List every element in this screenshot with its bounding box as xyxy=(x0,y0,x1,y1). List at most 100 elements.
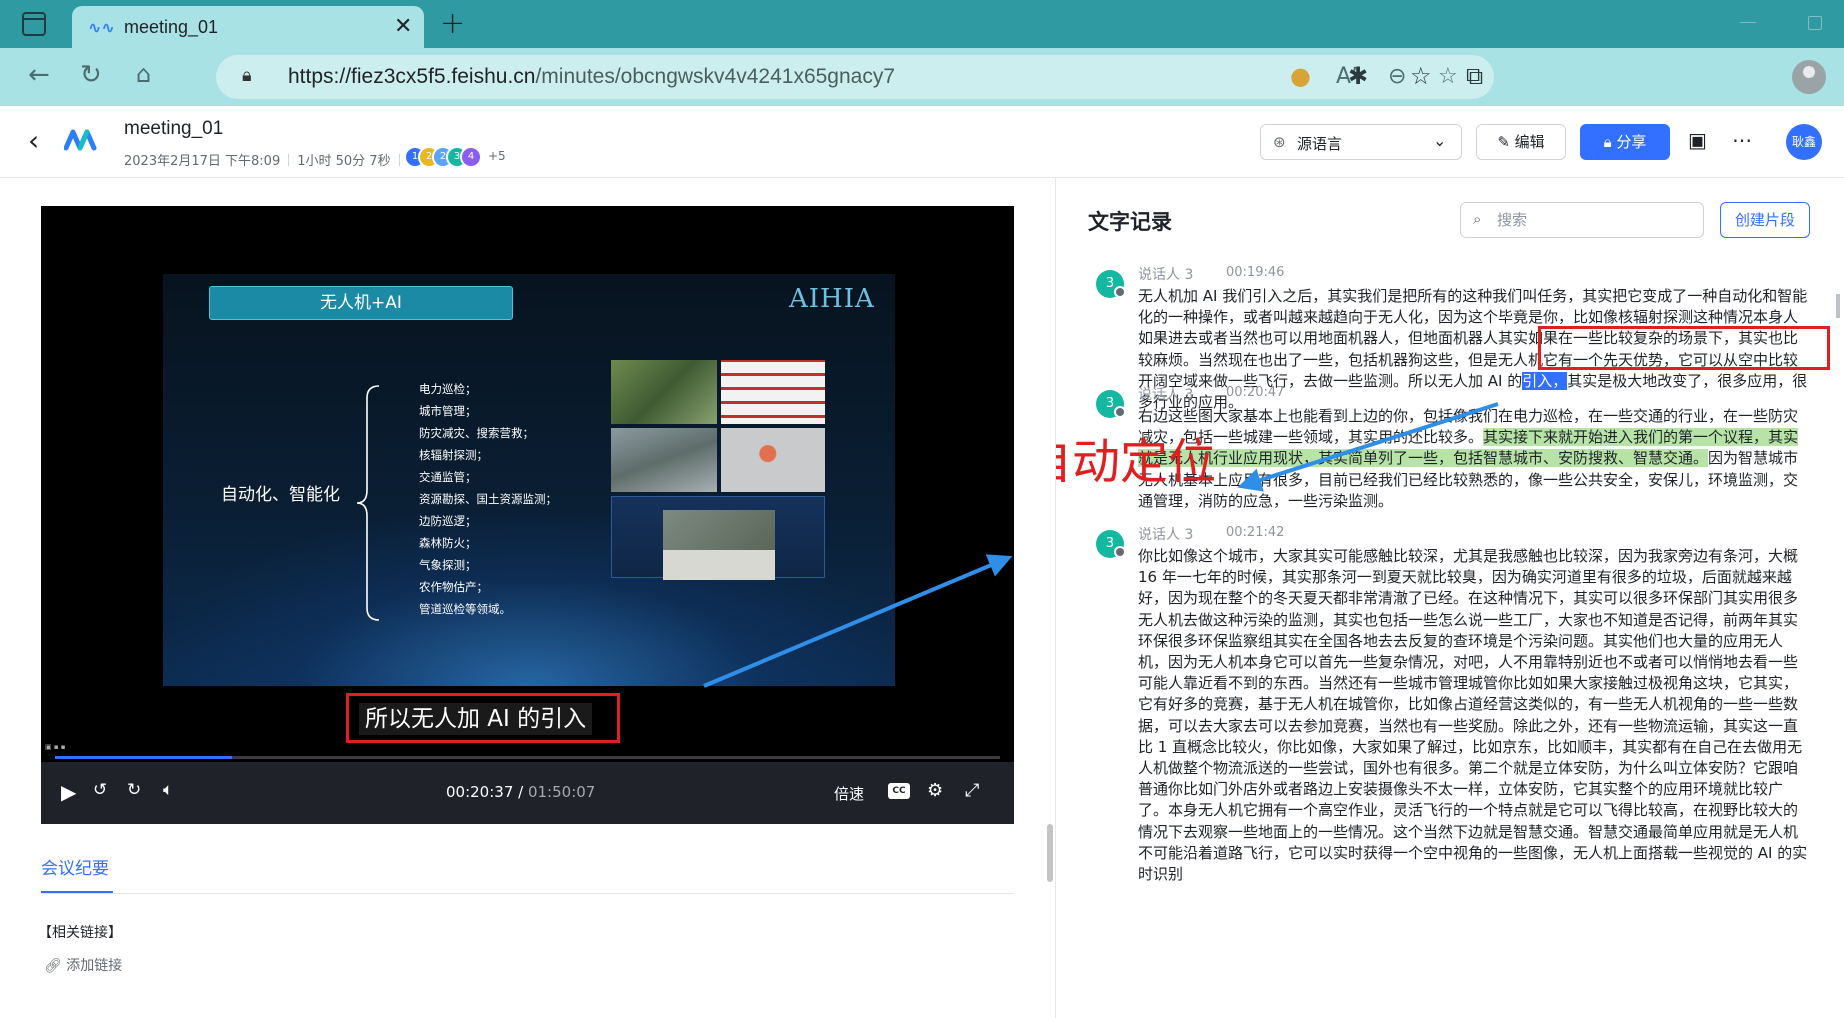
browser-toolbar: ← ↻ ⌂ 🔒︎ https://fiez3cx5f5.feishu.cn/mi… xyxy=(0,48,1844,106)
play-icon[interactable]: ▶ xyxy=(61,780,76,804)
back-icon[interactable]: ← xyxy=(28,60,50,90)
slide-list-item: 城市管理； xyxy=(419,404,477,418)
browser-tab[interactable]: ∿∿ meeting_01 ✕ xyxy=(72,6,424,48)
slide-list-item: 农作物估产； xyxy=(419,580,488,594)
slide-list-item: 防灾减灾、搜索营救； xyxy=(419,426,534,440)
video-frame-slide: 无人机+AI AIHIA 自动化、智能化 电力巡检； 城市管理； 防灾减灾、搜索… xyxy=(163,274,895,686)
more-icon[interactable]: ⋯ xyxy=(1732,128,1752,152)
entry-timestamp[interactable]: 00:19:46 xyxy=(1226,265,1284,280)
address-url[interactable]: https://fiez3cx5f5.feishu.cn/minutes/obc… xyxy=(288,65,895,89)
transcript-title: 文字记录 xyxy=(1088,210,1172,234)
participants-more[interactable]: +5 xyxy=(488,149,506,163)
tab-actions-icon[interactable] xyxy=(22,12,46,36)
tab-meeting-minutes[interactable]: 会议纪要 xyxy=(41,854,109,879)
favorites-icon[interactable]: ☆ xyxy=(1410,62,1432,90)
left-scrollbar[interactable] xyxy=(1047,824,1053,882)
meeting-title: meeting_01 xyxy=(124,118,224,139)
current-time: 00:20:37 xyxy=(446,783,514,801)
aerial-city-image xyxy=(611,428,717,492)
meeting-date: 2023年2月17日 下午8:09 xyxy=(124,154,281,169)
slide-list-item: 管道巡检等领域。 xyxy=(419,602,511,616)
playback-time: 00:20:37 / 01:50:07 xyxy=(446,783,596,801)
slide-list-item: 资源勘探、国土资源监测； xyxy=(419,492,557,506)
home-icon[interactable]: ⌂ xyxy=(136,60,151,88)
meeting-meta: 2023年2月17日 下午8:09 1小时 50分 7秒 xyxy=(124,150,408,169)
speaker-name[interactable]: 说话人 3 xyxy=(1138,264,1193,284)
transcript-scroll-marker xyxy=(1836,294,1840,318)
add-favorite-icon[interactable]: ☆ xyxy=(1438,64,1458,89)
meta-separator xyxy=(288,154,290,166)
rewind-15-icon[interactable]: ↺ xyxy=(93,780,107,800)
progress-bar[interactable] xyxy=(55,756,1000,759)
captions-button[interactable]: CC xyxy=(888,783,910,799)
transcript-text[interactable]: 你比如像这个城市，大家其实可能感触比较深，尤其是我感触也比较深，因为我家旁边有条… xyxy=(1138,546,1808,885)
tab-close-icon[interactable]: ✕ xyxy=(394,14,412,39)
extensions-puzzle-icon[interactable]: ✱ xyxy=(1348,62,1368,90)
window-minimize-icon[interactable] xyxy=(1740,22,1756,23)
feishu-minutes-favicon-icon: ∿∿ xyxy=(88,18,115,37)
auto-locate-annotation: 自动定位 xyxy=(1056,434,1217,490)
speed-button[interactable]: 倍速 xyxy=(834,783,864,804)
transcript-text[interactable]: 右边这些图大家基本上也能看到上边的你，包括像我们在电力巡检，在一些交通的行业，在… xyxy=(1138,406,1808,512)
tab-divider xyxy=(41,893,1014,894)
chevron-down-icon: ⌄ xyxy=(1433,131,1447,150)
transcript-pane: 文字记录 ⌕ 创建片段 3 说话人 3 00:19:46 无人机加 AI 我们引… xyxy=(1056,178,1844,1018)
language-select[interactable]: ⊛ 源语言 ⌄ xyxy=(1260,124,1462,160)
fullscreen-icon[interactable]: ⤢ xyxy=(965,780,979,801)
volume-icon[interactable]: 🔈︎ xyxy=(163,780,173,800)
subtitle-highlight-box: 所以无人加 AI 的引入 xyxy=(346,693,620,743)
search-input[interactable] xyxy=(1497,209,1693,231)
settings-gear-icon[interactable]: ⚙ xyxy=(927,780,943,801)
back-arrow-icon[interactable]: ‹ xyxy=(28,124,39,157)
speaker-name[interactable]: 说话人 3 xyxy=(1138,384,1193,404)
extension-icon[interactable]: ● xyxy=(1290,62,1311,90)
profile-avatar[interactable] xyxy=(1792,60,1826,94)
total-time: 01:50:07 xyxy=(527,783,596,801)
speaker-badge-icon xyxy=(1114,406,1126,418)
lock-icon: 🔒︎ xyxy=(1603,133,1617,151)
slide-list-item: 森林防火； xyxy=(419,536,477,550)
meeting-duration: 1小时 50分 7秒 xyxy=(297,154,391,169)
progress-bar-fill xyxy=(55,756,232,759)
user-avatar[interactable]: 耿鑫 xyxy=(1786,124,1822,160)
edit-button[interactable]: ✎ 编辑 xyxy=(1476,124,1566,160)
present-icon[interactable]: ▣ xyxy=(1688,128,1707,152)
translate-icon: ⊛ xyxy=(1273,133,1286,151)
collections-icon[interactable]: ⧉ xyxy=(1466,62,1483,90)
window-maximize-icon[interactable] xyxy=(1808,16,1822,30)
slide-list: 电力巡检； 城市管理； 防灾减灾、搜索营救； 核辐射探测； 交通监管； 资源勘探… xyxy=(419,378,557,620)
browser-tab-bar: ∿∿ meeting_01 ✕ + xyxy=(0,0,1844,48)
share-button[interactable]: 🔒︎ 分享 xyxy=(1580,124,1670,160)
meta-separator xyxy=(398,154,400,166)
speaker-name[interactable]: 说话人 3 xyxy=(1138,524,1193,544)
video-player[interactable]: 无人机+AI AIHIA 自动化、智能化 电力巡检； 城市管理； 防灾减灾、搜索… xyxy=(41,206,1014,824)
forward-15-icon[interactable]: ↻ xyxy=(127,780,141,800)
thermal-image xyxy=(721,428,825,492)
create-clip-button[interactable]: 创建片段 xyxy=(1720,202,1810,238)
video-watermark: ▣ ▪ ▪ xyxy=(45,743,66,751)
slide-list-item: 气象探测； xyxy=(419,558,477,572)
new-tab-icon[interactable]: + xyxy=(440,6,465,41)
add-link-button[interactable]: 🔗︎ 添加链接 xyxy=(44,955,122,975)
search-icon: ⌕ xyxy=(1473,210,1482,228)
parking-lot-image xyxy=(663,510,775,550)
transcript-search[interactable]: ⌕ xyxy=(1460,202,1704,238)
tab-title: meeting_01 xyxy=(124,17,219,37)
participant-avatar[interactable]: 4 xyxy=(460,146,482,168)
entry-timestamp[interactable]: 00:21:42 xyxy=(1226,525,1284,540)
entry-timestamp[interactable]: 00:20:47 xyxy=(1226,385,1284,400)
slide-list-item: 电力巡检； xyxy=(419,382,477,396)
inspection-image xyxy=(721,360,825,424)
auto-locate-highlight-box xyxy=(1538,326,1830,370)
reload-icon[interactable]: ↻ xyxy=(80,60,102,90)
zoom-out-icon[interactable]: ⊖ xyxy=(1388,64,1406,89)
lock-icon[interactable]: 🔒︎ xyxy=(242,65,252,86)
slide-brand-logo: AIHIA xyxy=(789,284,875,314)
current-word-highlight[interactable]: 引入， xyxy=(1522,371,1568,390)
slide-list-item: 边防巡逻； xyxy=(419,514,477,528)
edit-button-label: 编辑 xyxy=(1514,133,1545,151)
player-controls: ▶ ↺ ↻ 🔈︎ 00:20:37 / 01:50:07 倍速 CC ⚙ ⤢ xyxy=(41,762,1014,824)
speaker-badge-icon xyxy=(1114,546,1126,558)
related-links-title: 【相关链接】 xyxy=(38,925,122,941)
speaker-badge-icon xyxy=(1114,286,1126,298)
